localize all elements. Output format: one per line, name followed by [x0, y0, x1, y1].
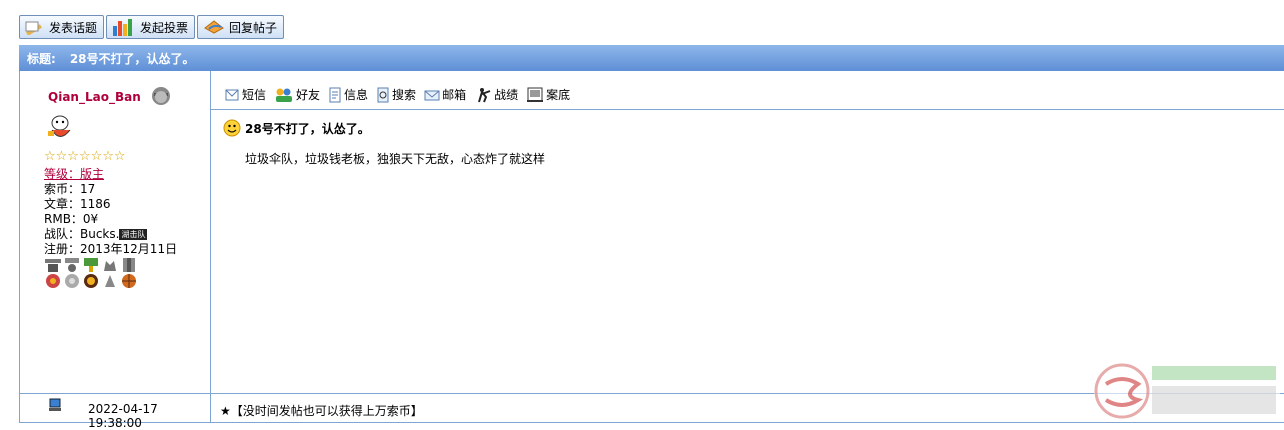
user-team: 战队：Bucks. [44, 227, 120, 241]
menu-info-label: 信息 [344, 88, 369, 102]
thread-title: 28号不打了，认怂了。 [69, 51, 195, 66]
user-info: 等级：版主 索币：17 文章：1186 RMB：0¥ 战队：Bucks. 湖击队 … [44, 167, 177, 257]
new-topic-label: 发表话题 [49, 20, 98, 35]
bar-chart-icon [113, 19, 133, 36]
medal-icon [84, 274, 98, 288]
menu-divider [210, 109, 1284, 110]
user-posts: 文章：1186 [44, 197, 111, 211]
menu-info[interactable]: 信息 [328, 86, 368, 103]
menu-friends[interactable]: 好友 [274, 86, 320, 103]
soldier-icon [478, 87, 491, 102]
thread-title-bar: 标题: 28号不打了，认怂了。 [19, 45, 1284, 71]
footer-meta: 2022-04-17 19:38:00 [20, 394, 211, 430]
post-title-row: 28号不打了，认怂了。 [223, 119, 370, 137]
new-poll-button[interactable]: 发起投票 [106, 15, 196, 39]
medal-icon [46, 274, 60, 288]
post-body: 垃圾伞队，垃圾钱老板，独狼天下无敌，心态炸了就这样 [245, 152, 546, 166]
user-profile-panel: Qian_Lao_Ban ☆☆☆☆☆☆☆ 等级：版主 索币：17 文章：1186… [20, 71, 211, 393]
medal-icon [123, 258, 135, 272]
menu-mail-label: 邮箱 [442, 88, 467, 102]
user-rmb: RMB：0¥ [44, 212, 99, 226]
menu-record-label: 战绩 [494, 88, 519, 102]
message-icon [225, 89, 239, 100]
menu-mail[interactable]: 邮箱 [424, 86, 466, 103]
title-label: 标题: [27, 51, 56, 66]
medal-icon [45, 259, 61, 272]
menu-sms-label: 短信 [242, 88, 267, 102]
medal-icon [65, 258, 79, 272]
user-team-row: 战队：Bucks. 湖击队 [44, 227, 177, 242]
user-rank-stars: ☆☆☆☆☆☆☆ [44, 149, 126, 164]
medal-list [44, 257, 144, 289]
menu-search-label: 搜索 [392, 88, 417, 102]
medal-icon [104, 261, 116, 271]
search-icon [377, 87, 389, 102]
medal-icon [84, 258, 98, 272]
archive-icon [527, 87, 544, 102]
menu-record[interactable]: 战绩 [474, 86, 518, 103]
computer-icon [49, 398, 61, 411]
menu-search[interactable]: 搜索 [376, 86, 416, 103]
friends-icon [276, 88, 293, 102]
site-watermark-logo [1094, 362, 1280, 420]
menu-sms[interactable]: 短信 [224, 86, 266, 103]
user-registered: 注册：2013年12月11日 [44, 242, 178, 256]
action-toolbar: 发表话题 发起投票 回复帖子 [19, 15, 285, 41]
mail-icon [424, 90, 440, 100]
pencil-icon [25, 21, 42, 35]
medal-icon [65, 274, 79, 288]
smiley-icon [223, 119, 241, 137]
menu-friends-label: 好友 [296, 88, 321, 102]
username-link[interactable]: Qian_Lao_Ban [48, 90, 141, 104]
user-level[interactable]: 等级：版主 [44, 167, 177, 182]
reply-label: 回复帖子 [229, 20, 278, 35]
menu-archive-label: 案底 [546, 88, 571, 102]
reply-icon [204, 20, 224, 34]
user-coins: 索币：17 [44, 182, 96, 196]
online-status-icon [152, 87, 170, 105]
footer-notice-link[interactable]: ★【没时间发帖也可以获得上万索币】 [220, 402, 423, 419]
post-title: 28号不打了，认怂了。 [245, 121, 370, 136]
medal-icon [105, 275, 115, 287]
new-topic-button[interactable]: 发表话题 [19, 15, 105, 39]
document-icon [329, 87, 341, 102]
basketball-icon [122, 274, 136, 288]
menu-archive[interactable]: 案底 [526, 86, 570, 103]
reply-button[interactable]: 回复帖子 [197, 15, 285, 39]
avatar [48, 115, 71, 137]
new-poll-label: 发起投票 [140, 20, 189, 35]
team-tag: 湖击队 [119, 229, 148, 240]
user-action-menu: 短信 好友 信息 搜索 邮箱 战绩 案底 [224, 86, 578, 103]
